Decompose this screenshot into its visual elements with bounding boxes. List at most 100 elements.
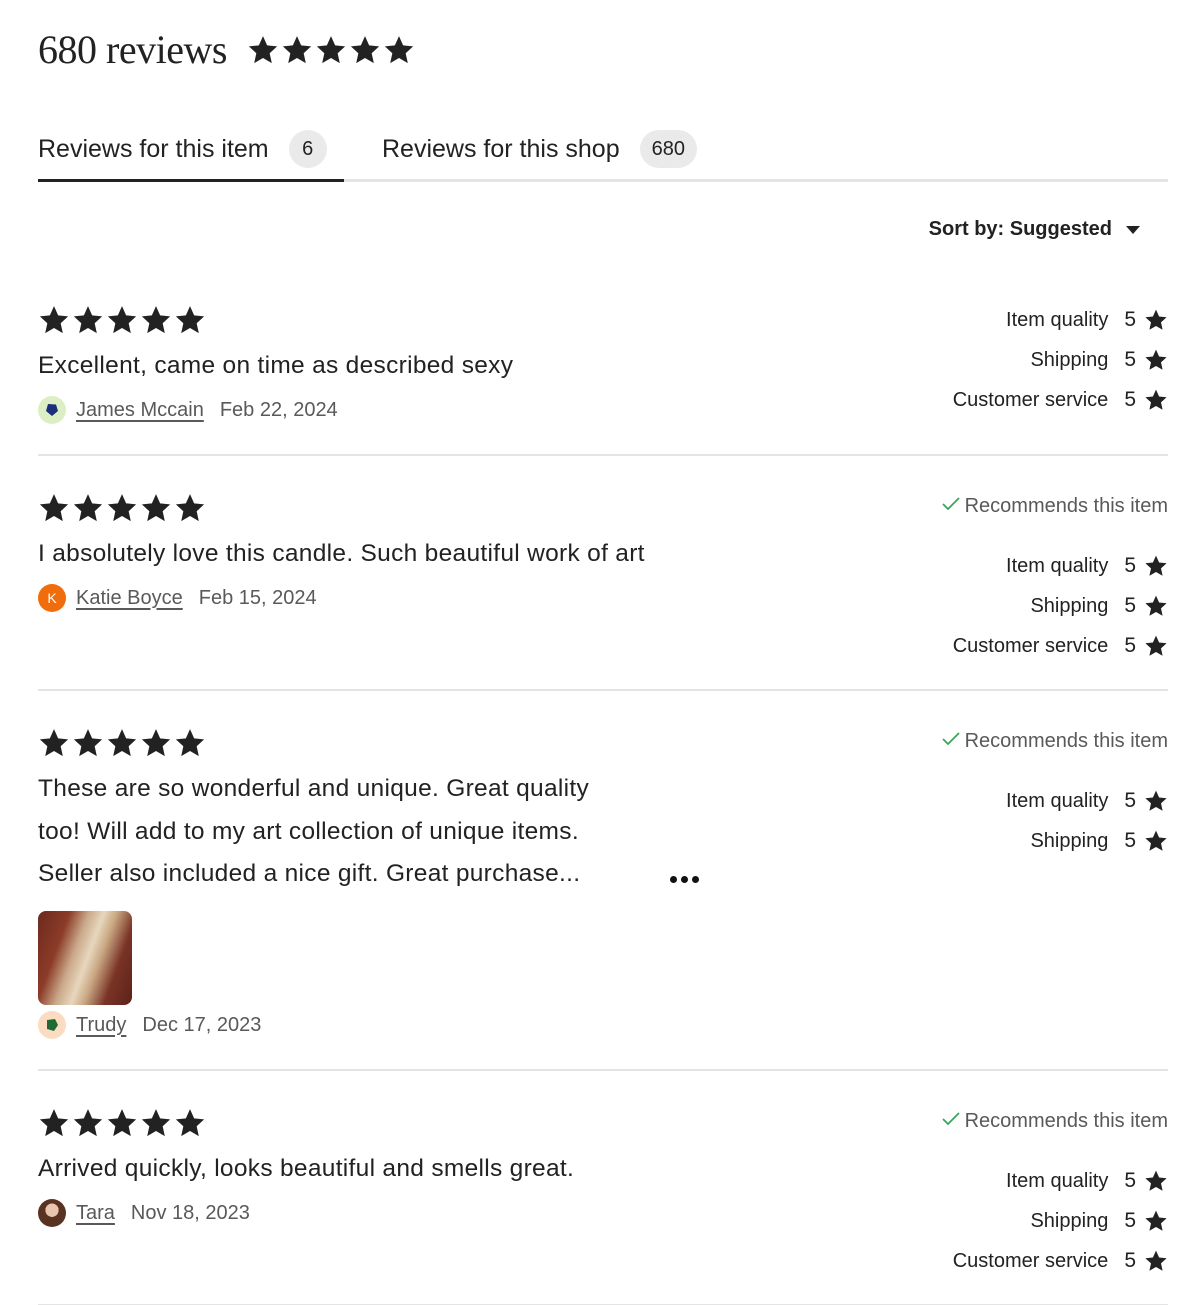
- review-photo-thumbnail[interactable]: [38, 911, 132, 1005]
- star-icon: [72, 304, 104, 336]
- hexagon-avatar-icon: [38, 1011, 66, 1039]
- star-icon: [106, 727, 138, 759]
- caret-down-icon: [1126, 225, 1140, 234]
- review-date: Feb 22, 2024: [219, 398, 338, 421]
- more-dots-icon: [670, 876, 677, 883]
- star-icon: [349, 34, 381, 66]
- rating-label: Item quality: [1006, 308, 1109, 331]
- rating-row-customer-service: Customer service 5: [953, 1241, 1168, 1281]
- star-icon: [1144, 348, 1168, 372]
- review-author-row: James Mccain Feb 22, 2024: [38, 396, 338, 424]
- review-author-row: Trudy Dec 17, 2023: [38, 1011, 261, 1039]
- recommends-badge: Recommends this item: [941, 1110, 1168, 1133]
- star-icon: [38, 492, 70, 524]
- tab-label: Reviews for this item: [38, 134, 269, 163]
- rating-label: Shipping: [1030, 594, 1109, 617]
- sub-ratings: Item quality 5 Shipping 5 Customer servi…: [953, 546, 1168, 666]
- star-icon: [1144, 1209, 1168, 1233]
- author-name-link[interactable]: James Mccain: [76, 399, 204, 422]
- review-rating-stars: [38, 492, 206, 524]
- star-icon: [1144, 308, 1168, 332]
- recommends-badge: Recommends this item: [941, 495, 1168, 518]
- tab-reviews-for-item[interactable]: Reviews for this item 6: [38, 116, 327, 182]
- star-icon: [1144, 594, 1168, 618]
- review-text: I absolutely love this candle. Such beau…: [38, 540, 645, 567]
- star-icon: [1144, 388, 1168, 412]
- rating-row-shipping: Shipping 5: [953, 340, 1168, 380]
- sort-dropdown[interactable]: Sort by: Suggested: [929, 218, 1140, 241]
- reviews-count-title: 680 reviews: [38, 27, 227, 72]
- check-icon: [941, 730, 961, 753]
- tab-reviews-for-shop[interactable]: Reviews for this shop 680: [382, 116, 697, 182]
- star-icon: [140, 304, 172, 336]
- rating-label: Customer service: [952, 634, 1109, 657]
- star-icon: [140, 1107, 172, 1139]
- tab-count-badge: 6: [288, 130, 327, 168]
- star-icon: [1144, 1249, 1168, 1273]
- star-icon: [174, 304, 206, 336]
- star-icon: [383, 34, 415, 66]
- rating-row-item-quality: Item quality 5: [953, 1161, 1168, 1201]
- star-icon: [174, 492, 206, 524]
- review-rating-stars: [38, 304, 206, 336]
- star-icon: [315, 34, 347, 66]
- author-name-link[interactable]: Trudy: [76, 1014, 126, 1037]
- rating-value: 5: [1124, 1209, 1136, 1232]
- rating-row-item-quality: Item quality 5: [953, 546, 1168, 586]
- star-icon: [38, 304, 70, 336]
- star-icon: [247, 34, 279, 66]
- review-text-line: too! Will add to my art collection of un…: [38, 817, 579, 845]
- star-icon: [1144, 829, 1168, 853]
- review-rating-stars: [38, 1107, 206, 1139]
- rating-value: 5: [1124, 789, 1136, 812]
- rating-label: Customer service: [952, 388, 1109, 411]
- sub-ratings: Item quality 5 Shipping 5 Customer servi…: [953, 1161, 1168, 1281]
- rating-value: 5: [1124, 1169, 1136, 1192]
- reviews-header: 680 reviews: [38, 26, 415, 73]
- review-item: Excellent, came on time as described sex…: [38, 290, 1168, 456]
- rating-label: Shipping: [1030, 348, 1109, 371]
- star-icon: [174, 1107, 206, 1139]
- avatar: K: [38, 584, 66, 612]
- expand-review-button[interactable]: [670, 876, 699, 883]
- avatar-letter: K: [47, 590, 57, 606]
- hexagon-avatar-icon: [38, 396, 66, 424]
- review-text-line: Seller also included a nice gift. Great …: [38, 860, 581, 887]
- review-item: Arrived quickly, looks beautiful and sme…: [38, 1093, 1168, 1305]
- rating-value: 5: [1124, 308, 1136, 331]
- star-icon: [38, 727, 70, 759]
- recommends-label: Recommends this item: [964, 495, 1168, 517]
- star-icon: [106, 492, 138, 524]
- star-icon: [72, 492, 104, 524]
- author-name-link[interactable]: Katie Boyce: [76, 587, 183, 610]
- rating-row-item-quality: Item quality 5: [1006, 781, 1168, 821]
- rating-row-item-quality: Item quality 5: [953, 300, 1168, 340]
- rating-row-shipping: Shipping 5: [1006, 821, 1168, 861]
- review-tabs: Reviews for this item 6 Reviews for this…: [38, 116, 1168, 182]
- active-tab-indicator: [38, 179, 344, 182]
- rating-row-customer-service: Customer service 5: [953, 626, 1168, 666]
- more-dots-icon: [681, 876, 688, 883]
- rating-row-shipping: Shipping 5: [953, 1201, 1168, 1241]
- rating-label: Customer service: [952, 1249, 1109, 1272]
- rating-label: Shipping: [1030, 1209, 1109, 1232]
- star-icon: [72, 727, 104, 759]
- tab-count-badge: 680: [639, 130, 697, 168]
- rating-value: 5: [1124, 348, 1136, 371]
- check-icon: [941, 495, 961, 518]
- recommends-label: Recommends this item: [964, 730, 1168, 752]
- star-icon: [1144, 634, 1168, 658]
- review-date: Dec 17, 2023: [142, 1013, 262, 1036]
- star-icon: [1144, 789, 1168, 813]
- check-icon: [941, 1110, 961, 1133]
- author-name-link[interactable]: Tara: [76, 1202, 115, 1225]
- review-author-row: K Katie Boyce Feb 15, 2024: [38, 584, 317, 612]
- star-icon: [140, 727, 172, 759]
- rating-value: 5: [1124, 388, 1136, 411]
- rating-value: 5: [1124, 554, 1136, 577]
- review-text-line: These are so wonderful and unique. Great…: [38, 775, 590, 802]
- rating-label: Item quality: [1006, 554, 1109, 577]
- review-date: Nov 18, 2023: [130, 1201, 250, 1224]
- more-dots-icon: [692, 876, 699, 883]
- rating-row-customer-service: Customer service 5: [953, 380, 1168, 420]
